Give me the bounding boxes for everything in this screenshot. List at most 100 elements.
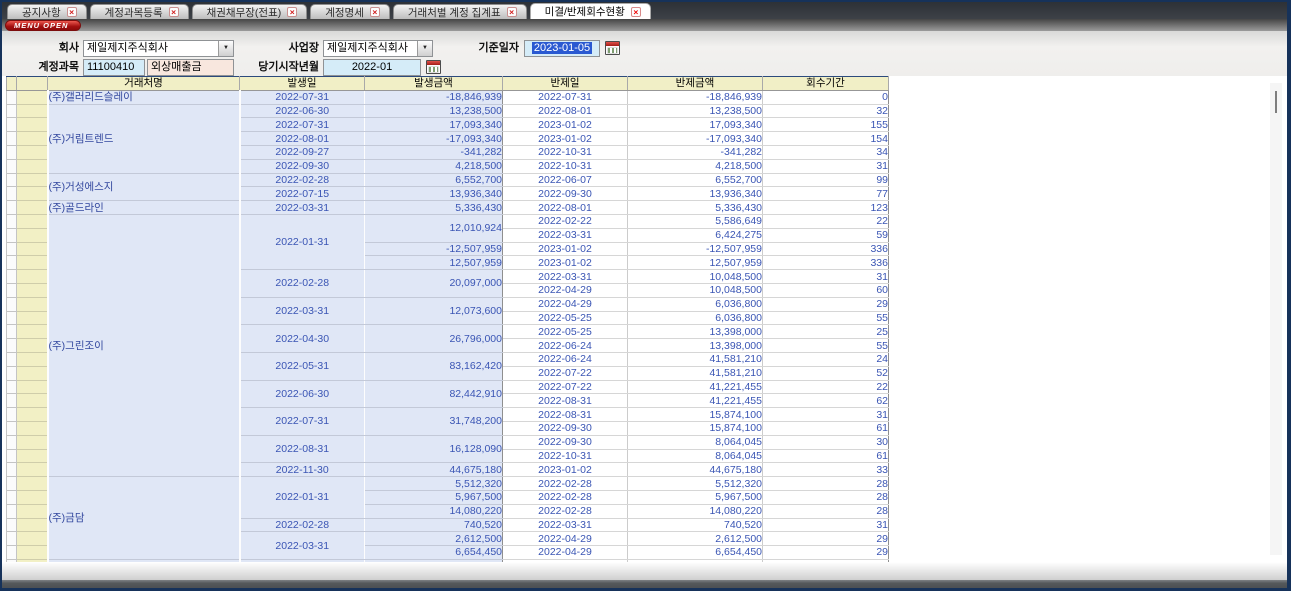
row-indicator-cell[interactable] bbox=[7, 339, 17, 353]
occurrence-amount-cell[interactable]: 12,507,959 bbox=[365, 256, 503, 270]
settlement-date-cell[interactable]: 2022-08-31 bbox=[503, 408, 628, 422]
collection-days-cell[interactable]: 59 bbox=[763, 228, 889, 242]
settlement-amount-cell[interactable]: 41,221,455 bbox=[628, 380, 763, 394]
column-header-6[interactable]: 회수기간 bbox=[763, 77, 889, 91]
row-indicator-cell[interactable] bbox=[7, 297, 17, 311]
tab-3[interactable]: 채권채무장(전표)× bbox=[192, 4, 308, 19]
occurrence-date-cell[interactable]: 2022-04-30 bbox=[240, 325, 365, 353]
occurrence-amount-cell[interactable]: 31,748,200 bbox=[365, 408, 503, 436]
row-indicator-cell[interactable] bbox=[7, 187, 17, 201]
collection-days-cell[interactable]: 336 bbox=[763, 256, 889, 270]
occurrence-date-cell[interactable]: 2022-07-31 bbox=[240, 118, 365, 132]
row-selector-cell[interactable] bbox=[17, 159, 48, 173]
row-selector-cell[interactable] bbox=[17, 449, 48, 463]
collection-days-cell[interactable]: 22 bbox=[763, 214, 889, 228]
calendar-icon[interactable] bbox=[605, 41, 620, 55]
settlement-amount-cell[interactable]: 13,936,340 bbox=[628, 187, 763, 201]
row-indicator-cell[interactable] bbox=[7, 201, 17, 215]
row-indicator-cell[interactable] bbox=[7, 394, 17, 408]
row-indicator-cell[interactable] bbox=[7, 145, 17, 159]
settlement-date-cell[interactable]: 2022-03-31 bbox=[503, 518, 628, 532]
occurrence-amount-cell[interactable]: -12,507,959 bbox=[365, 242, 503, 256]
occurrence-amount-cell[interactable]: 740,520 bbox=[365, 518, 503, 532]
row-selector-cell[interactable] bbox=[17, 477, 48, 491]
chevron-down-icon[interactable]: ▼ bbox=[417, 41, 432, 56]
collection-days-cell[interactable]: 154 bbox=[763, 132, 889, 146]
row-indicator-cell[interactable] bbox=[7, 421, 17, 435]
row-selector-cell[interactable] bbox=[17, 228, 48, 242]
occurrence-amount-cell[interactable]: 5,336,430 bbox=[365, 201, 503, 215]
occurrence-date-cell[interactable]: 2022-01-31 bbox=[240, 214, 365, 269]
table-row[interactable]: (주)거성에스지2022-02-286,552,7002022-06-076,5… bbox=[7, 173, 889, 187]
settlement-amount-cell[interactable]: 6,036,800 bbox=[628, 297, 763, 311]
collection-days-cell[interactable]: 123 bbox=[763, 201, 889, 215]
table-row[interactable]: (주)금담2022-01-315,512,3202022-02-285,512,… bbox=[7, 477, 889, 491]
row-selector-cell[interactable] bbox=[17, 270, 48, 284]
collection-days-cell[interactable]: 99 bbox=[763, 173, 889, 187]
row-selector-cell[interactable] bbox=[17, 490, 48, 504]
customer-name-cell[interactable]: (주)골드라인 bbox=[48, 201, 240, 215]
occurrence-date-cell[interactable]: 2022-07-15 bbox=[240, 187, 365, 201]
row-selector-cell[interactable] bbox=[17, 104, 48, 118]
occurrence-date-cell[interactable]: 2022-09-27 bbox=[240, 145, 365, 159]
row-selector-cell[interactable] bbox=[17, 242, 48, 256]
settlement-amount-cell[interactable]: 6,424,275 bbox=[628, 228, 763, 242]
row-selector-cell[interactable] bbox=[17, 256, 48, 270]
row-selector-cell[interactable] bbox=[17, 380, 48, 394]
collection-days-cell[interactable]: 31 bbox=[763, 270, 889, 284]
row-selector-cell[interactable] bbox=[17, 132, 48, 146]
settlement-date-cell[interactable]: 2022-08-01 bbox=[503, 201, 628, 215]
settlement-amount-cell[interactable]: 5,336,430 bbox=[628, 201, 763, 215]
collection-days-cell[interactable]: 32 bbox=[763, 104, 889, 118]
settlement-amount-cell[interactable]: -12,507,959 bbox=[628, 242, 763, 256]
collection-days-cell[interactable]: 33 bbox=[763, 463, 889, 477]
customer-name-cell[interactable]: (주)금담 bbox=[48, 477, 240, 560]
table-row[interactable]: (주)골드라인2022-03-315,336,4302022-08-015,33… bbox=[7, 201, 889, 215]
settlement-date-cell[interactable]: 2023-01-02 bbox=[503, 242, 628, 256]
occurrence-amount-cell[interactable]: 12,073,600 bbox=[365, 297, 503, 325]
settlement-amount-cell[interactable]: 6,552,700 bbox=[628, 173, 763, 187]
menu-open-button[interactable]: MENU OPEN bbox=[5, 20, 81, 31]
settlement-amount-cell[interactable]: 15,874,100 bbox=[628, 421, 763, 435]
settlement-date-cell[interactable]: 2022-06-24 bbox=[503, 352, 628, 366]
row-indicator-cell[interactable] bbox=[7, 518, 17, 532]
settlement-amount-cell[interactable]: 6,036,800 bbox=[628, 311, 763, 325]
settlement-date-cell[interactable]: 2022-10-31 bbox=[503, 159, 628, 173]
row-selector-cell[interactable] bbox=[17, 408, 48, 422]
column-header-1[interactable]: 거래처명 bbox=[48, 77, 240, 91]
settlement-date-cell[interactable]: 2023-01-02 bbox=[503, 256, 628, 270]
occurrence-date-cell[interactable]: 2022-03-31 bbox=[240, 532, 365, 560]
collection-days-cell[interactable]: 31 bbox=[763, 159, 889, 173]
occurrence-date-cell[interactable]: 2022-02-28 bbox=[240, 173, 365, 187]
settlement-date-cell[interactable]: 2022-07-31 bbox=[503, 90, 628, 104]
row-indicator-cell[interactable] bbox=[7, 546, 17, 560]
tab-6[interactable]: 미결/반제회수현황× bbox=[530, 3, 651, 19]
occurrence-amount-cell[interactable]: -17,093,340 bbox=[365, 132, 503, 146]
row-selector-cell[interactable] bbox=[17, 214, 48, 228]
row-selector-cell[interactable] bbox=[17, 339, 48, 353]
occurrence-amount-cell[interactable]: 6,552,700 bbox=[365, 173, 503, 187]
collection-days-cell[interactable]: 336 bbox=[763, 242, 889, 256]
base-date-input[interactable]: 2023-01-05 bbox=[524, 40, 600, 57]
collection-days-cell[interactable]: 24 bbox=[763, 352, 889, 366]
collection-days-cell[interactable]: 31 bbox=[763, 518, 889, 532]
settlement-amount-cell[interactable]: 41,221,455 bbox=[628, 394, 763, 408]
collection-days-cell[interactable]: 55 bbox=[763, 339, 889, 353]
occurrence-amount-cell[interactable]: 20,097,000 bbox=[365, 270, 503, 298]
start-month-input[interactable]: 2022-01 bbox=[323, 59, 421, 76]
collection-days-cell[interactable]: 22 bbox=[763, 380, 889, 394]
settlement-amount-cell[interactable]: 8,064,045 bbox=[628, 435, 763, 449]
row-selector-cell[interactable] bbox=[17, 352, 48, 366]
settlement-amount-cell[interactable]: 41,581,210 bbox=[628, 366, 763, 380]
settlement-amount-cell[interactable]: 14,080,220 bbox=[628, 504, 763, 518]
settlement-amount-cell[interactable]: 5,512,320 bbox=[628, 477, 763, 491]
occurrence-amount-cell[interactable]: 4,218,500 bbox=[365, 159, 503, 173]
row-selector-cell[interactable] bbox=[17, 421, 48, 435]
row-selector-cell[interactable] bbox=[17, 118, 48, 132]
row-selector-cell[interactable] bbox=[17, 504, 48, 518]
settlement-amount-cell[interactable]: -18,846,939 bbox=[628, 90, 763, 104]
account-name-field[interactable]: 외상매출금 bbox=[147, 59, 234, 76]
row-indicator-cell[interactable] bbox=[7, 532, 17, 546]
account-code-input[interactable]: 11100410 bbox=[83, 59, 145, 76]
close-icon[interactable]: × bbox=[169, 7, 179, 17]
